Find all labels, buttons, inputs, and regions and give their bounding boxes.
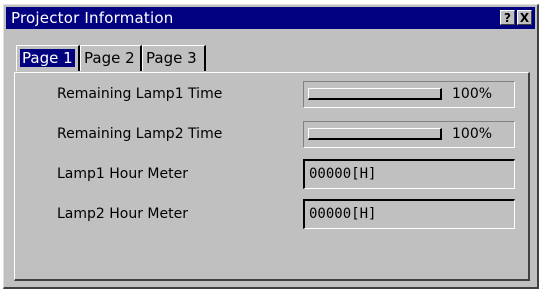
lamp2-time-percent: 100% [452, 126, 493, 142]
title-bar[interactable]: Projector Information ? X [6, 7, 535, 29]
lamp1-time-label: Remaining Lamp1 Time [57, 86, 223, 102]
lamp2-hours-label: Lamp2 Hour Meter [57, 206, 188, 222]
lamp1-time-track [308, 88, 442, 100]
help-button[interactable]: ? [500, 10, 515, 25]
tab-page-3[interactable]: Page 3 [142, 45, 206, 71]
lamp1-time-meter: 100% [303, 81, 515, 108]
lamp1-time-bar [308, 88, 442, 100]
projector-info-window: Projector Information ? X Page 1 Page 2 … [3, 4, 539, 289]
window-title: Projector Information [11, 9, 174, 27]
tab-page-3-label: Page 3 [146, 49, 197, 67]
lamp2-hours-field: 00000[H] [303, 199, 515, 229]
tab-page-2[interactable]: Page 2 [80, 45, 142, 71]
tab-page-1[interactable]: Page 1 [16, 45, 80, 71]
lamp2-time-bar [308, 128, 442, 140]
lamp1-time-percent: 100% [452, 86, 493, 102]
page-1-panel: Remaining Lamp1 Time 100% Remaining Lamp… [14, 72, 530, 281]
tab-page-1-label: Page 1 [20, 49, 75, 67]
lamp1-hours-label: Lamp1 Hour Meter [57, 166, 188, 182]
lamp2-time-label: Remaining Lamp2 Time [57, 126, 223, 142]
lamp1-hours-field: 00000[H] [303, 159, 515, 189]
lamp2-time-meter: 100% [303, 121, 515, 148]
close-button[interactable]: X [517, 10, 532, 25]
tab-page-2-label: Page 2 [84, 49, 135, 67]
lamp2-time-track [308, 128, 442, 140]
